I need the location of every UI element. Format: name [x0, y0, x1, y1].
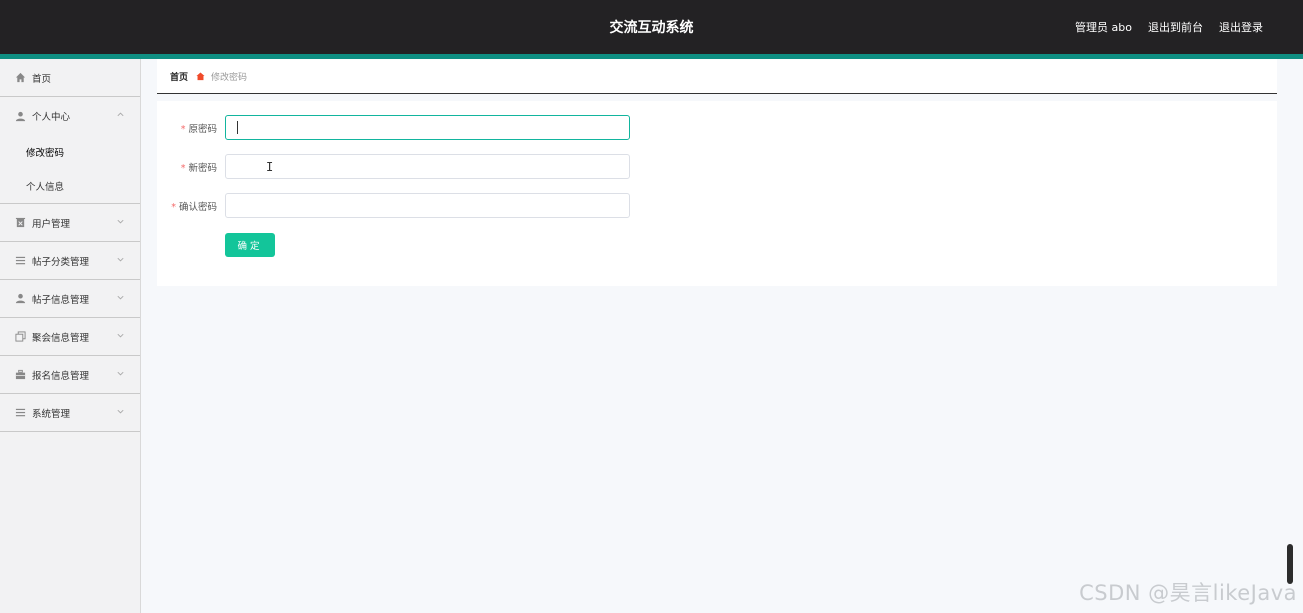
sidebar-item-registration-info-management[interactable]: 报名信息管理: [0, 356, 140, 394]
sidebar-item-post-info-management[interactable]: 帖子信息管理: [0, 280, 140, 318]
header-links: 管理员 abo 退出到前台 退出登录: [1075, 19, 1263, 35]
chevron-down-icon: [116, 293, 126, 303]
watermark: CSDN @昊言likeJava: [1079, 581, 1297, 605]
sidebar-item-label: 首页: [32, 73, 52, 85]
sidebar-item-label: 用户管理: [32, 218, 71, 230]
admin-user-label: 管理员 abo: [1075, 21, 1132, 34]
list-icon: [14, 255, 26, 267]
user-icon: [14, 293, 26, 305]
form-row-new-password: * 新密码 I: [157, 154, 637, 179]
sidebar-item-home[interactable]: 首页: [0, 59, 140, 97]
breadcrumb-current: 修改密码: [211, 72, 248, 83]
form-row-confirm-password: * 确认密码: [157, 193, 637, 218]
sidebar-item-label: 个人中心: [32, 112, 71, 123]
chevron-up-icon: [116, 110, 126, 120]
sidebar-subitem-personal-info[interactable]: 个人信息: [0, 169, 140, 203]
briefcase-icon: [14, 369, 26, 381]
old-password-label: * 原密码: [180, 124, 217, 135]
chevron-down-icon: [116, 331, 126, 341]
confirm-button[interactable]: 确定: [225, 233, 275, 257]
sidebar-subitem-change-password[interactable]: 修改密码: [0, 135, 140, 169]
sidebar-item-gathering-info-management[interactable]: 聚会信息管理: [0, 318, 140, 356]
home-icon: [14, 72, 26, 84]
top-header: 交流互动系统 管理员 abo 退出到前台 退出登录: [0, 0, 1303, 59]
house-separator-icon: [196, 71, 205, 81]
copy-icon: [14, 331, 26, 343]
chevron-down-icon: [116, 217, 126, 227]
sidebar-item-system-management[interactable]: 系统管理: [0, 394, 140, 432]
delete-box-icon: [14, 217, 26, 229]
sidebar-item-post-category-management[interactable]: 帖子分类管理: [0, 242, 140, 280]
sidebar: 首页 个人中心 修改密码 个人信息 用户管理 帖子分类管理 帖子信息管理 聚会信…: [0, 59, 141, 613]
old-password-input[interactable]: [225, 115, 630, 140]
sidebar-group-personal-center: 个人中心 修改密码 个人信息: [0, 97, 140, 204]
chevron-down-icon: [116, 369, 126, 379]
change-password-form: * 原密码 * 新密码 I * 确认密码 确定: [157, 101, 1277, 286]
user-icon: [14, 110, 26, 122]
sidebar-item-label: 帖子信息管理: [32, 294, 90, 306]
confirm-password-input[interactable]: [225, 193, 630, 218]
breadcrumb: 首页 修改密码: [157, 59, 1277, 94]
sidebar-item-label: 报名信息管理: [32, 370, 90, 382]
text-cursor: [237, 121, 238, 134]
list-icon: [14, 407, 26, 419]
back-to-front-link[interactable]: 退出到前台: [1148, 19, 1203, 35]
ibeam-cursor-icon: I: [266, 160, 274, 174]
sidebar-item-label: 系统管理: [32, 408, 71, 420]
form-row-old-password: * 原密码: [157, 115, 637, 140]
breadcrumb-home-link[interactable]: 首页: [170, 70, 188, 83]
confirm-password-label: * 确认密码: [171, 202, 217, 213]
chevron-down-icon: [116, 255, 126, 265]
chevron-down-icon: [116, 407, 126, 417]
sidebar-item-label: 帖子分类管理: [32, 256, 90, 268]
logout-link[interactable]: 退出登录: [1219, 19, 1263, 35]
new-password-label: * 新密码: [180, 163, 217, 174]
new-password-input[interactable]: [225, 154, 630, 179]
sidebar-item-personal-center[interactable]: 个人中心: [0, 97, 140, 135]
sidebar-item-user-management[interactable]: 用户管理: [0, 204, 140, 242]
sidebar-item-label: 聚会信息管理: [32, 332, 90, 344]
